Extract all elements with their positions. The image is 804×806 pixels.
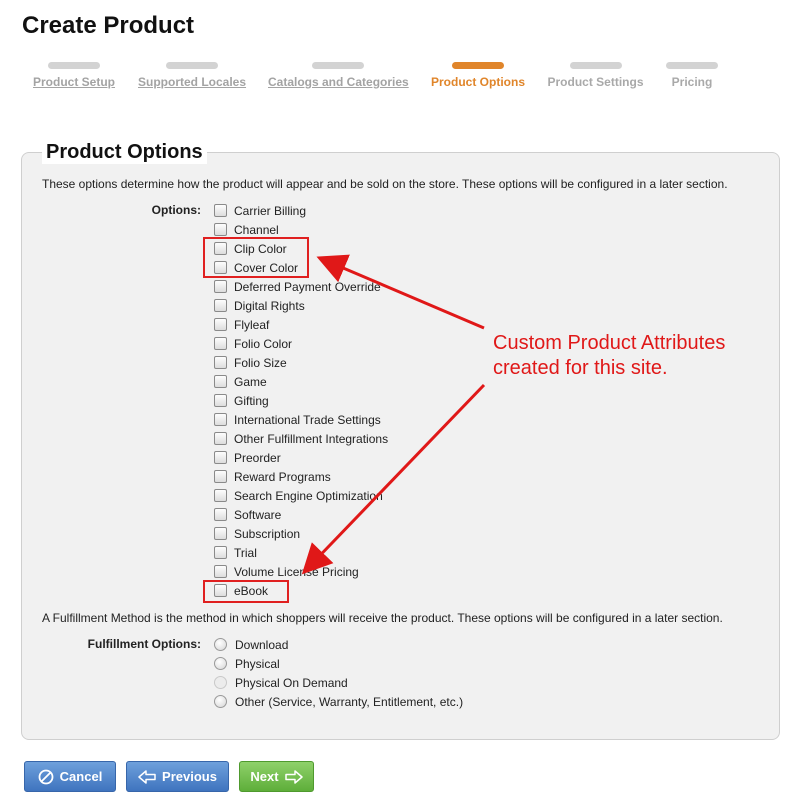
- fulfillment-radio-list: Download Physical Physical On Demand Oth…: [214, 635, 463, 711]
- cancel-button[interactable]: Cancel: [24, 761, 116, 792]
- radio-button[interactable]: [214, 657, 227, 670]
- arrow-right-icon: [284, 769, 303, 784]
- fulfillment-option-label: Download: [235, 637, 289, 652]
- previous-button[interactable]: Previous: [126, 761, 229, 792]
- fulfillment-description: A Fulfillment Method is the method in wh…: [42, 611, 723, 625]
- arrow-to-ebook: [301, 383, 486, 575]
- fulfillment-options-label: Fulfillment Options:: [87, 637, 201, 651]
- fulfillment-option-physical-on-demand: Physical On Demand: [214, 673, 463, 692]
- next-button-label: Next: [250, 769, 279, 784]
- fulfillment-option-label: Other (Service, Warranty, Entitlement, e…: [235, 694, 464, 709]
- radio-button[interactable]: [214, 695, 227, 708]
- previous-button-label: Previous: [162, 769, 217, 784]
- annotation-line-1: Custom Product Attributes: [493, 332, 726, 354]
- fulfillment-option-label: Physical: [235, 656, 280, 671]
- cancel-icon: [38, 769, 54, 785]
- arrow-to-clip-cover-color: [316, 254, 485, 330]
- arrow-left-icon: [138, 769, 156, 784]
- fulfillment-option-other[interactable]: Other (Service, Warranty, Entitlement, e…: [214, 692, 463, 711]
- fulfillment-option-label: Physical On Demand: [235, 675, 348, 690]
- cancel-button-label: Cancel: [59, 769, 103, 784]
- custom-attributes-annotation: Custom Product Attributes created for th…: [493, 331, 773, 381]
- annotation-line-2: created for this site.: [493, 357, 668, 379]
- radio-button: [214, 676, 227, 689]
- next-button[interactable]: Next: [239, 761, 314, 792]
- fulfillment-option-download[interactable]: Download: [214, 635, 463, 654]
- fulfillment-option-physical[interactable]: Physical: [214, 654, 463, 673]
- radio-button[interactable]: [214, 638, 227, 651]
